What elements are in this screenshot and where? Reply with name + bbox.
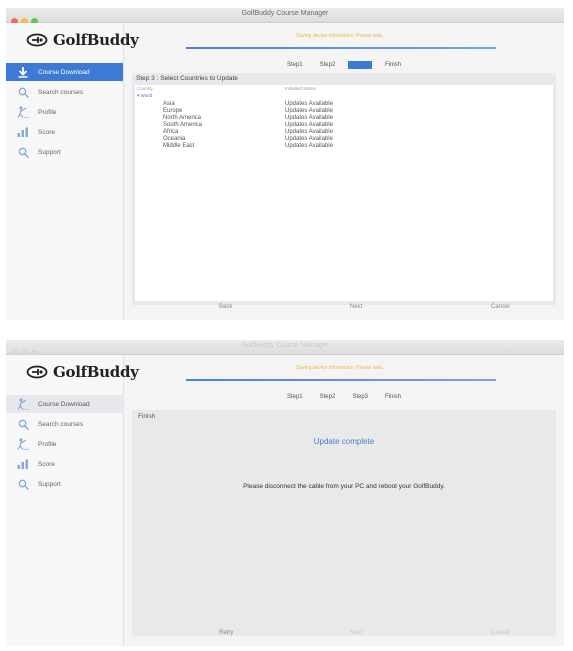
sidebar-item-support[interactable]: Support — [6, 475, 123, 493]
magnifier-icon — [14, 146, 32, 159]
country-status: Updates Available — [285, 129, 333, 135]
next-button-disabled: Next — [350, 630, 363, 636]
country-name: Africa — [163, 129, 179, 135]
country-panel: Step 3 : Select Countries to Update Coun… — [132, 73, 556, 305]
sidebar-item-label: Search courses — [38, 88, 84, 96]
back-button[interactable]: Back — [219, 304, 232, 310]
retry-button[interactable]: Retry — [219, 630, 233, 636]
bar-chart-icon — [14, 458, 32, 471]
sidebar-item-search-courses[interactable]: Search courses — [6, 415, 123, 433]
sidebar-item-label: Support — [38, 480, 61, 488]
golfbuddy-logo-icon — [26, 33, 48, 47]
progress-bar — [186, 379, 496, 381]
sidebar-item-label: Course Download — [38, 68, 90, 76]
panel-heading: Step 3 : Select Countries to Update — [136, 75, 238, 82]
panel-heading: Finish — [138, 413, 156, 420]
column-header-country[interactable]: Country — [137, 86, 153, 91]
column-header-status[interactable]: Installed Status — [285, 86, 316, 91]
sidebar-item-course-download[interactable]: Course Download — [6, 63, 123, 81]
download-arrow-icon — [14, 66, 32, 79]
main-content: Saving device information. Please wait..… — [124, 23, 564, 320]
step-indicator: Step1 Step2 Step3 Finish — [124, 61, 564, 69]
course-manager-window-step3: GolfBuddy Course Manager GolfBuddy Cours… — [6, 8, 564, 320]
table-row[interactable]: Middle East Updates Available — [135, 143, 553, 150]
sidebar-item-label: Search courses — [38, 420, 84, 428]
sidebar-item-score[interactable]: Score — [6, 123, 123, 141]
window-title: GolfBuddy Course Manager — [241, 10, 329, 17]
sidebar-item-search-courses[interactable]: Search courses — [6, 83, 123, 101]
country-status: Updates Available — [285, 122, 333, 128]
golfer-icon — [14, 398, 32, 411]
golfer-icon — [14, 438, 32, 451]
country-status: Updates Available — [285, 136, 333, 142]
sidebar-nav: Course Download Search courses Profile S… — [6, 63, 123, 161]
cancel-button-disabled: Cancel — [491, 630, 510, 636]
sidebar-item-label: Support — [38, 148, 61, 156]
table-row[interactable]: Europe Updates Available — [135, 108, 553, 115]
title-bar: GolfBuddy Course Manager — [6, 8, 564, 25]
sidebar-item-profile[interactable]: Profile — [6, 103, 123, 121]
title-bar: GolfBuddy Course Manager — [6, 340, 564, 357]
magnifier-icon — [14, 478, 32, 491]
cancel-button[interactable]: Cancel — [491, 304, 510, 310]
sidebar-nav: Course Download Search courses Profile S… — [6, 395, 123, 493]
step-2: Step2 — [319, 394, 336, 400]
country-name: Europe — [163, 108, 183, 114]
update-complete-message: Update complete — [313, 437, 375, 446]
table-row[interactable]: Oceania Updates Available — [135, 136, 553, 143]
status-banner: Saving device information. Please wait..… — [296, 33, 386, 39]
step-indicator: Step1 Step2 Step3 Finish — [124, 393, 564, 401]
sidebar-item-label: Profile — [38, 440, 57, 448]
tree-root-world[interactable]: ▾ World — [137, 93, 152, 99]
sidebar-item-course-download[interactable]: Course Download — [6, 395, 123, 413]
footer-buttons: Retry Next Cancel — [124, 622, 564, 646]
sidebar-item-label: Score — [38, 128, 55, 136]
golfbuddy-logo: GolfBuddy — [6, 23, 139, 57]
course-manager-window-finish: GolfBuddy Course Manager GolfBuddy Cours… — [6, 340, 564, 646]
sidebar-item-label: Course Download — [38, 400, 90, 408]
next-button[interactable]: Next — [350, 304, 362, 310]
finish-panel: Finish Update complete Please disconnect… — [132, 410, 556, 636]
country-table[interactable]: Country Installed Status ▾ World Asia Upd… — [135, 85, 553, 301]
sidebar-item-label: Score — [38, 460, 55, 468]
golfer-icon — [14, 106, 32, 119]
step-finish: Finish — [385, 62, 402, 68]
country-name: South America — [163, 122, 203, 128]
sidebar: GolfBuddy Course Download Search courses… — [6, 23, 139, 320]
sidebar-item-score[interactable]: Score — [6, 455, 123, 473]
disconnect-instructions: Please disconnect the cable from your PC… — [243, 483, 445, 490]
step-2: Step2 — [319, 62, 336, 68]
step-finish-current: Finish — [385, 394, 402, 400]
table-row[interactable]: North America Updates Available — [135, 115, 553, 122]
table-row[interactable]: Asia Updates Available — [135, 101, 553, 108]
country-status: Updates Available — [285, 108, 333, 114]
footer-buttons: Back Next Cancel — [124, 296, 564, 320]
table-row[interactable]: South America Updates Available — [135, 122, 553, 129]
country-name: North America — [163, 115, 202, 121]
country-status: Updates Available — [285, 115, 333, 121]
sidebar-item-support[interactable]: Support — [6, 143, 123, 161]
step-1: Step1 — [286, 394, 303, 400]
step-1: Step1 — [286, 62, 303, 68]
country-name: Middle East — [163, 143, 195, 149]
magnifier-icon — [14, 418, 32, 431]
bar-chart-icon — [14, 126, 32, 139]
country-name: Asia — [163, 101, 175, 107]
progress-bar — [186, 47, 496, 49]
golfbuddy-logo-icon — [26, 365, 48, 379]
country-name: Oceania — [163, 136, 186, 142]
step-3-current: Step3 — [348, 61, 373, 69]
status-banner: Saving device information. Please wait..… — [296, 365, 386, 371]
sidebar-item-label: Profile — [38, 108, 57, 116]
country-status: Updates Available — [285, 143, 333, 149]
window-title: GolfBuddy Course Manager — [241, 342, 329, 349]
magnifier-icon — [14, 86, 32, 99]
main-content: Saving device information. Please wait..… — [124, 355, 564, 646]
golfbuddy-logo: GolfBuddy — [6, 355, 139, 389]
sidebar: GolfBuddy Course Download Search courses… — [6, 355, 139, 646]
country-status: Updates Available — [285, 101, 333, 107]
sidebar-item-profile[interactable]: Profile — [6, 435, 123, 453]
table-row[interactable]: Africa Updates Available — [135, 129, 553, 136]
step-3: Step3 — [352, 394, 369, 400]
